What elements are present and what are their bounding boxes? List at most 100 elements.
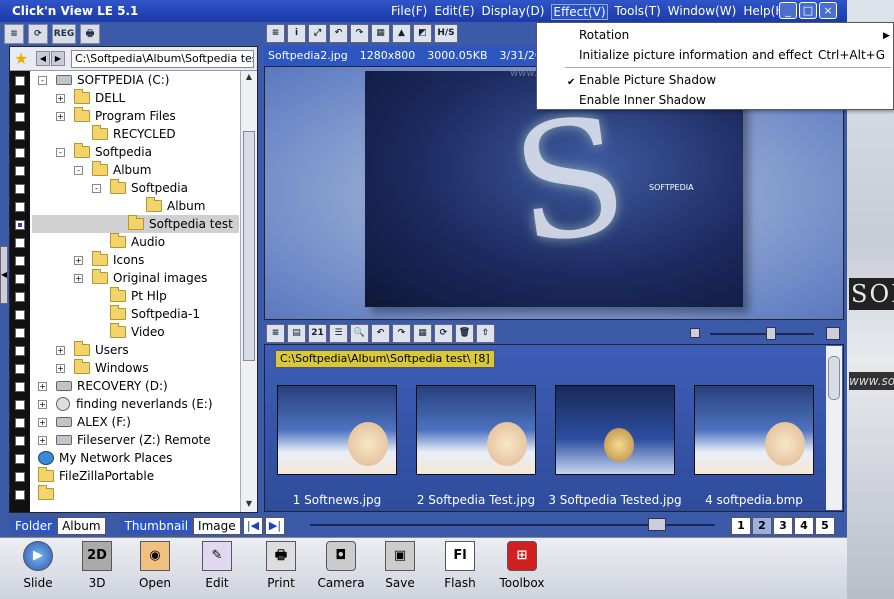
list-icon[interactable]: ≡ xyxy=(266,24,285,43)
close-button[interactable]: × xyxy=(819,2,837,19)
expand-icon[interactable]: + xyxy=(56,345,65,355)
maximize-button[interactable]: □ xyxy=(799,2,817,19)
page-4-button[interactable]: 4 xyxy=(794,517,814,535)
rotate-right-icon[interactable]: ↷ xyxy=(392,324,411,343)
contrast-icon[interactable]: ◩ xyxy=(413,24,432,43)
tree-item[interactable]: + Windows xyxy=(56,359,149,377)
menu-window[interactable]: Window(W) xyxy=(668,4,737,20)
collapse-panel-arrow-icon[interactable]: ◀ xyxy=(0,246,8,304)
details-icon[interactable]: ☰ xyxy=(329,324,348,343)
thumbnail-size-slider[interactable] xyxy=(690,327,840,341)
menu-item-initialize[interactable]: Initialize picture information and effec… xyxy=(579,48,813,62)
fit-icon[interactable]: ⤢ xyxy=(308,24,327,43)
tree-item[interactable]: - SOFTPEDIA (C:) xyxy=(38,71,170,89)
scroll-down-icon[interactable]: ▼ xyxy=(243,499,255,511)
collapse-icon[interactable]: - xyxy=(38,75,47,85)
edit-button[interactable]: ✎ Edit xyxy=(192,541,242,593)
page-3-button[interactable]: 3 xyxy=(773,517,793,535)
page-2-button[interactable]: 2 xyxy=(752,517,772,535)
page-1-button[interactable]: 1 xyxy=(731,517,751,535)
histogram-icon[interactable]: ▲ xyxy=(392,24,411,43)
tree-item[interactable]: Audio xyxy=(92,233,165,251)
expand-icon[interactable]: + xyxy=(38,381,47,391)
register-icon[interactable]: REG xyxy=(52,24,76,44)
tree-item[interactable]: Album xyxy=(128,197,205,215)
tree-item[interactable]: + finding neverlands (E:) xyxy=(38,395,213,413)
rotate-right-icon[interactable]: ↷ xyxy=(350,24,369,43)
printer-icon[interactable]: 🖶 xyxy=(80,24,100,44)
collapse-icon[interactable]: - xyxy=(74,165,83,175)
tab-image[interactable]: Image xyxy=(193,517,241,535)
collapse-icon[interactable]: - xyxy=(56,147,65,157)
flash-button[interactable]: Fl Flash xyxy=(435,541,485,593)
nav-forward-icon[interactable]: ▶ xyxy=(51,51,65,66)
camera-button[interactable]: ◘ Camera xyxy=(316,541,366,593)
expand-icon[interactable]: + xyxy=(74,255,83,265)
small-size-icon[interactable] xyxy=(690,328,700,338)
expand-icon[interactable]: + xyxy=(56,111,65,121)
nav-back-icon[interactable]: ◀ xyxy=(36,51,50,66)
page-slider-knob[interactable] xyxy=(648,518,666,531)
thumbnails-icon[interactable]: ▤ xyxy=(287,324,306,343)
thumbnail-3[interactable] xyxy=(555,385,675,475)
print-button[interactable]: 🖶 Print xyxy=(256,541,306,593)
path-combobox[interactable]: C:\Softpedia\Album\Softpedia test xyxy=(71,50,254,68)
rotate-left-icon[interactable]: ↶ xyxy=(329,24,348,43)
tree-item[interactable]: Video xyxy=(92,323,165,341)
page-slider[interactable] xyxy=(310,518,715,531)
3d-button[interactable]: 2D 3D xyxy=(72,541,122,593)
menu-item-inner-shadow[interactable]: Enable Inner Shadow xyxy=(579,93,706,107)
expand-icon[interactable]: + xyxy=(38,417,47,427)
scroll-thumb[interactable] xyxy=(243,131,255,361)
size-slider-knob[interactable] xyxy=(766,327,776,340)
grid-icon[interactable]: ▦ xyxy=(371,24,390,43)
tree-item[interactable]: + RECOVERY (D:) xyxy=(38,377,168,395)
tab-album[interactable]: Album xyxy=(57,517,106,535)
menu-display[interactable]: Display(D) xyxy=(482,4,545,20)
save-button[interactable]: ▣ Save xyxy=(375,541,425,593)
refresh-icon[interactable]: ⟳ xyxy=(434,324,453,343)
thumbnail-scrollbar[interactable] xyxy=(826,346,842,510)
tree-item[interactable]: + Fileserver (Z:) Remote xyxy=(38,431,211,449)
tree-item[interactable]: +FileZillaPortable xyxy=(32,467,154,485)
up-folder-icon[interactable]: ⇧ xyxy=(476,324,495,343)
last-page-icon[interactable]: ▶| xyxy=(265,517,285,535)
open-button[interactable]: ◉ Open xyxy=(130,541,180,593)
tree-item[interactable]: + Program Files xyxy=(56,107,176,125)
hue-saturation-icon[interactable]: H/S xyxy=(434,24,458,43)
refresh-icon[interactable]: ⟳ xyxy=(28,24,48,44)
expand-icon[interactable]: + xyxy=(38,399,47,409)
tree-item[interactable]: +My Network Places xyxy=(32,449,172,467)
tab-thumbnail[interactable]: Thumbnail xyxy=(119,517,194,535)
rotate-left-icon[interactable]: ↶ xyxy=(371,324,390,343)
menu-item-picture-shadow[interactable]: Enable Picture Shadow xyxy=(579,73,716,87)
menu-item-rotation[interactable]: Rotation xyxy=(579,28,629,42)
tree-item[interactable]: - Softpedia xyxy=(92,179,188,197)
thumbnail-1[interactable] xyxy=(277,385,397,475)
tree-item[interactable]: + Users xyxy=(56,341,129,359)
expand-icon[interactable]: + xyxy=(56,93,65,103)
first-page-icon[interactable]: |◀ xyxy=(243,517,263,535)
minimize-button[interactable]: _ xyxy=(779,2,797,19)
tree-scrollbar[interactable]: ▲ ▼ xyxy=(240,71,257,512)
tree-item[interactable]: RECYCLED xyxy=(74,125,176,143)
search-icon[interactable]: 🔍 xyxy=(350,324,369,343)
scroll-up-icon[interactable]: ▲ xyxy=(243,72,255,84)
menu-file[interactable]: File(F) xyxy=(391,4,427,20)
scroll-thumb[interactable] xyxy=(828,356,840,400)
toolbox-button[interactable]: ⊞ Toolbox xyxy=(497,541,547,593)
thumbnail-4[interactable] xyxy=(694,385,814,475)
menu-edit[interactable]: Edit(E) xyxy=(434,4,474,20)
list-icon[interactable]: ≡ xyxy=(266,324,285,343)
slide-button[interactable]: ▶ Slide xyxy=(13,541,63,593)
expand-icon[interactable]: + xyxy=(38,435,47,445)
tree-item[interactable]: + Icons xyxy=(74,251,144,269)
list-view-icon[interactable]: ≡ xyxy=(4,24,24,44)
tree-item[interactable]: Pt Hlp xyxy=(92,287,167,305)
collapse-icon[interactable]: - xyxy=(92,183,101,193)
thumbnail-2[interactable] xyxy=(416,385,536,475)
tree-item[interactable]: - Album xyxy=(74,161,151,179)
tree-item[interactable]: + xyxy=(32,485,59,503)
tree-item[interactable]: Softpedia test xyxy=(32,215,239,233)
trash-icon[interactable]: 🗑 xyxy=(455,324,474,343)
